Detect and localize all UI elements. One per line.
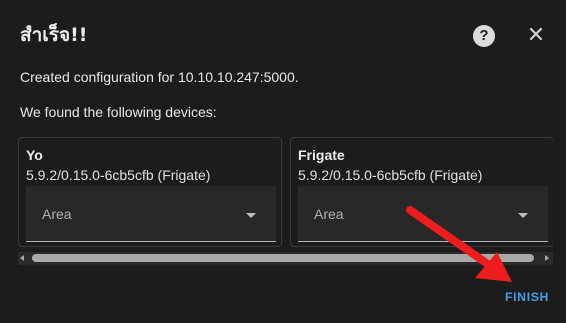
device-name: Yo bbox=[26, 147, 43, 163]
red-arrow-annotation bbox=[406, 206, 512, 282]
devices-heading: We found the following devices: bbox=[20, 104, 217, 120]
area-select-label: Area bbox=[42, 206, 72, 222]
device-version: 5.9.2/0.15.0-6cb5cfb (Frigate) bbox=[298, 167, 483, 183]
dialog-title: สำเร็จ!! bbox=[20, 24, 88, 46]
device-version: 5.9.2/0.15.0-6cb5cfb (Frigate) bbox=[26, 167, 211, 183]
created-config-message: Created configuration for 10.10.10.247:5… bbox=[20, 69, 299, 85]
help-icon[interactable]: ? bbox=[473, 25, 495, 47]
area-select[interactable]: Area bbox=[26, 186, 276, 242]
close-icon[interactable]: ✕ bbox=[526, 24, 546, 46]
device-name: Frigate bbox=[298, 147, 345, 163]
area-select-label: Area bbox=[314, 206, 344, 222]
scroll-left-icon[interactable] bbox=[20, 255, 24, 261]
scroll-right-icon[interactable] bbox=[545, 255, 549, 261]
device-card: Yo 5.9.2/0.15.0-6cb5cfb (Frigate) Area bbox=[18, 137, 282, 247]
config-success-dialog: สำเร็จ!! ? ✕ Created configuration for 1… bbox=[0, 0, 566, 323]
chevron-down-icon bbox=[246, 213, 256, 218]
